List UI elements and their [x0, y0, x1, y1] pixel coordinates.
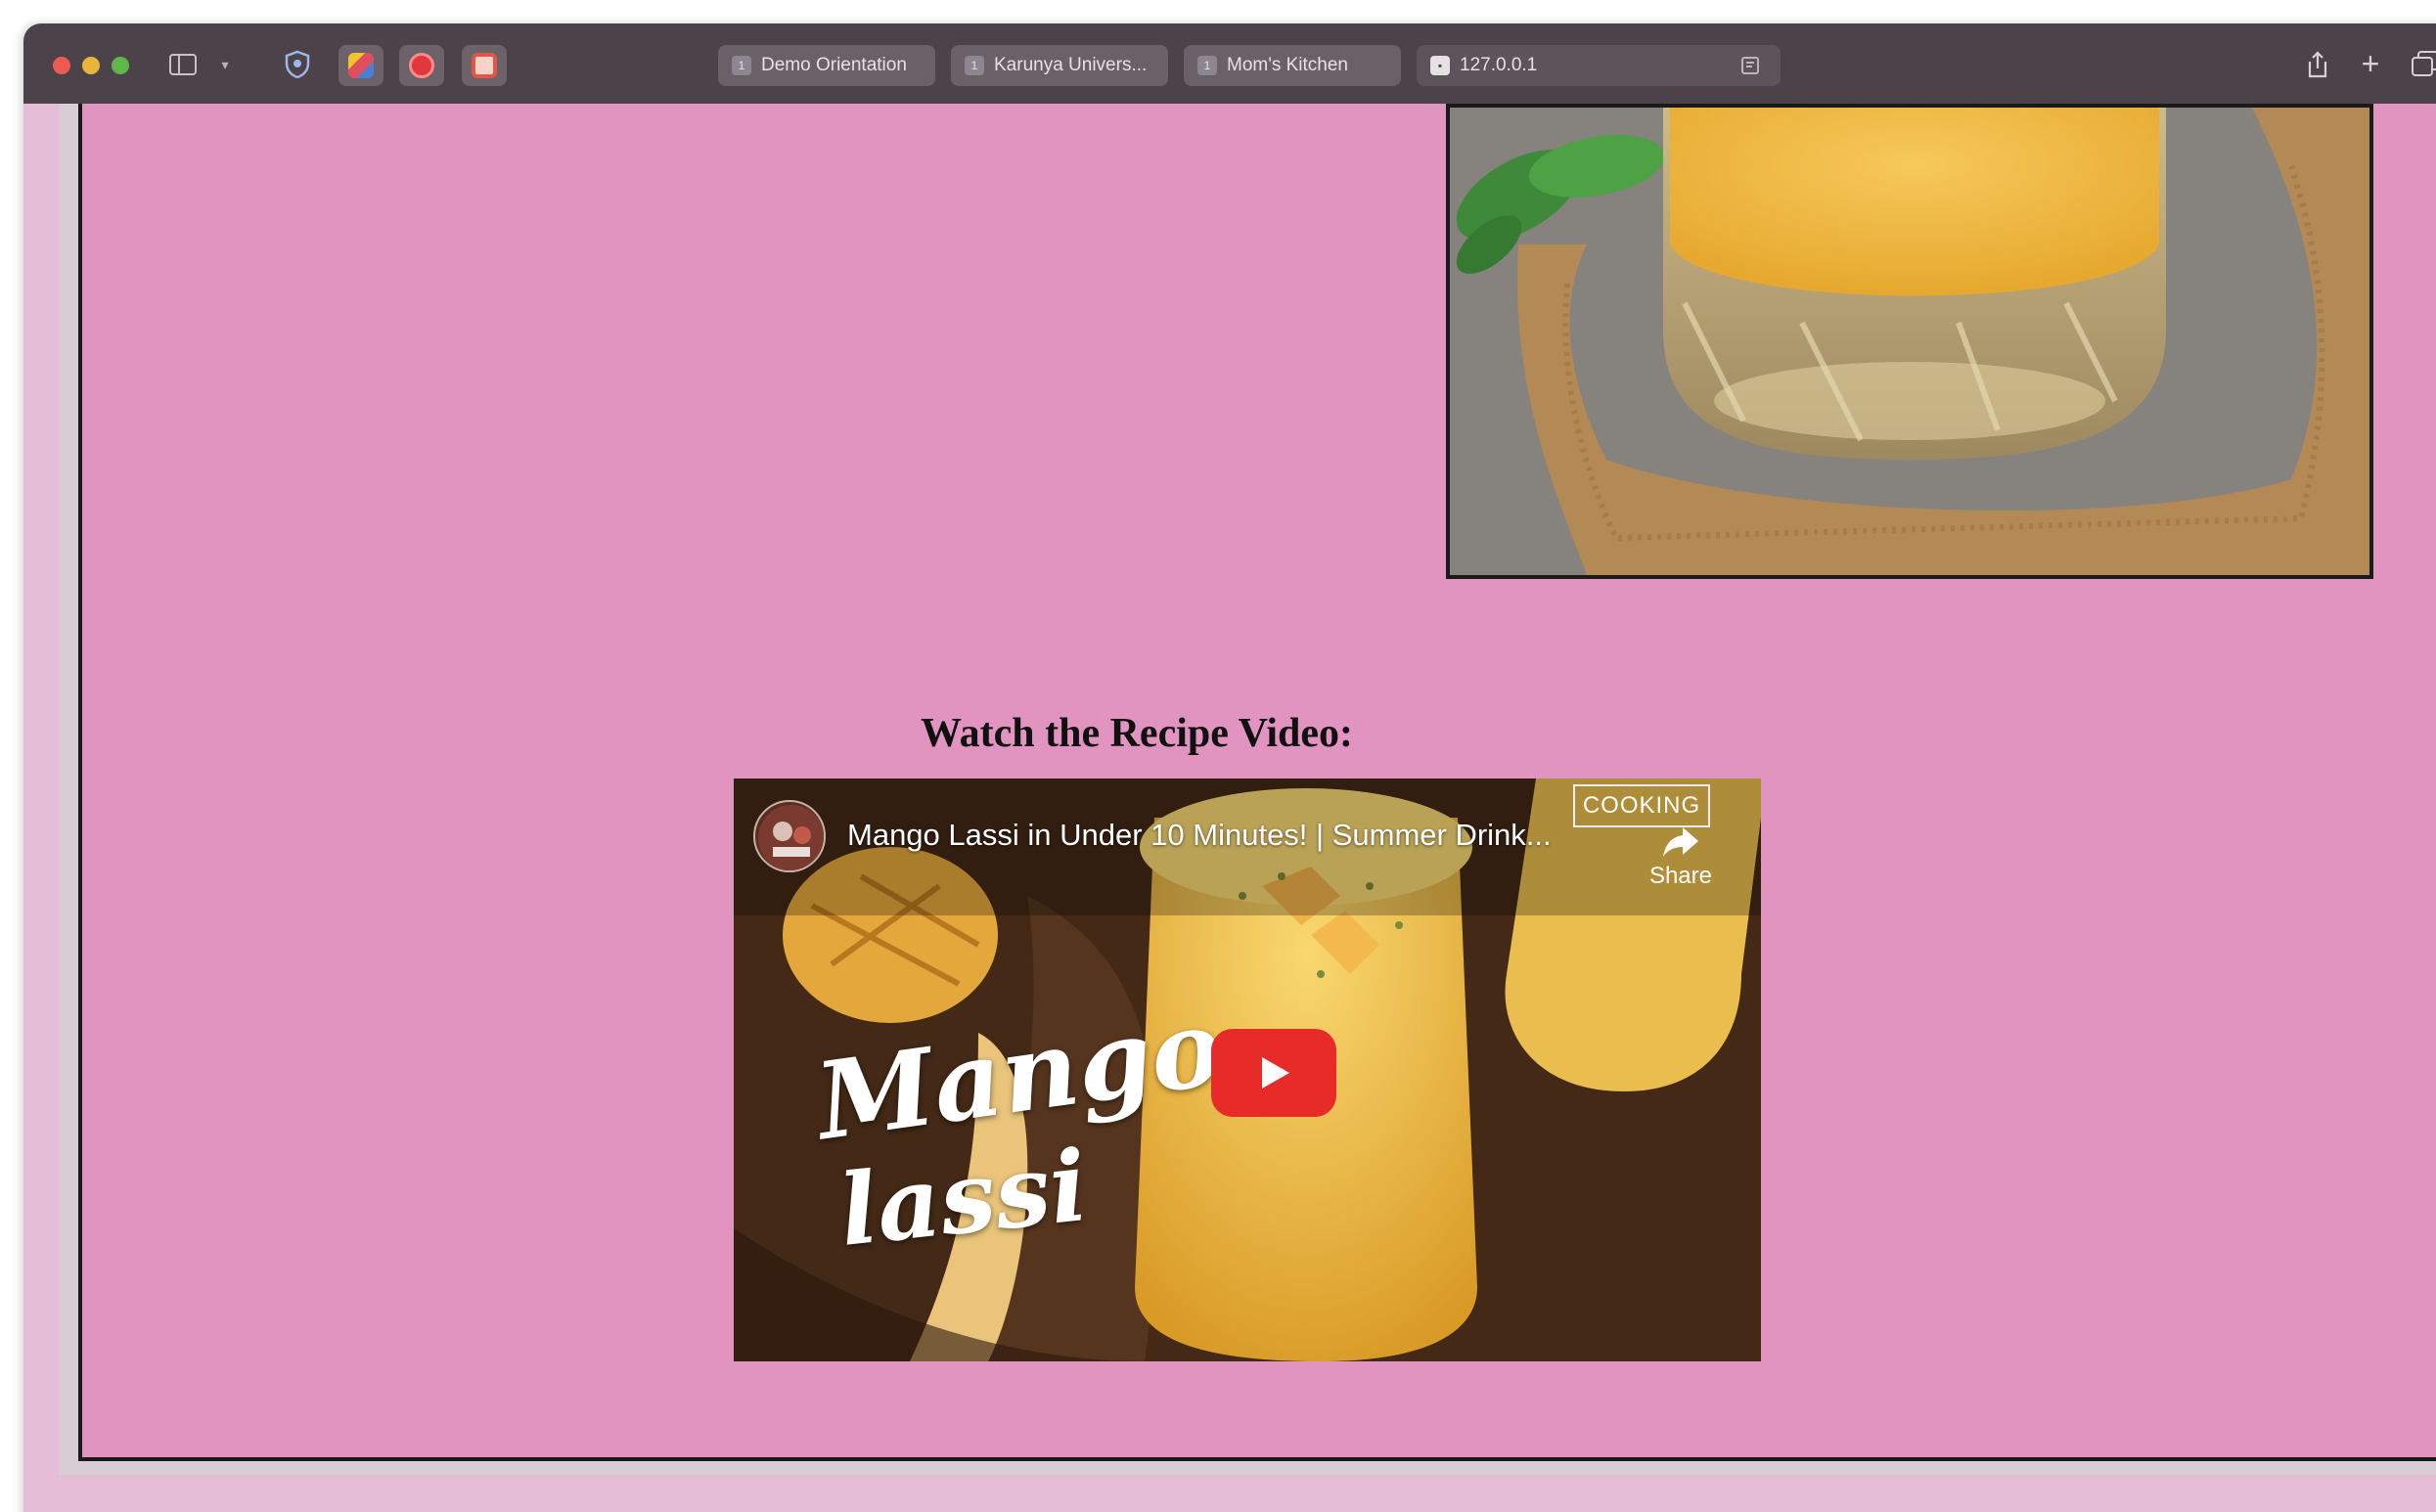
recipe-video-player[interactable]: Mango Lassi in Under 10 Minutes! | Summe…	[734, 778, 1761, 1361]
maximize-window-button[interactable]	[112, 57, 129, 74]
chevron-down-icon[interactable]: ▾	[215, 53, 235, 76]
video-share-button[interactable]	[1640, 806, 1718, 913]
minimize-window-button[interactable]	[82, 57, 100, 74]
tab-favicon: ▪	[1430, 56, 1450, 75]
tabs-icon[interactable]	[2411, 49, 2436, 78]
reader-icon[interactable]	[1739, 55, 1761, 76]
tab-favicon: 1	[732, 56, 751, 75]
tab-moms-kitchen[interactable]: 1 Mom's Kitchen	[1184, 45, 1401, 86]
play-button[interactable]	[1211, 1029, 1336, 1117]
sidebar-icon[interactable]	[166, 51, 200, 78]
tab-demo-orientation[interactable]: 1 Demo Orientation	[718, 45, 935, 86]
extension-icon[interactable]	[462, 45, 507, 86]
channel-avatar[interactable]	[753, 800, 826, 872]
browser-window: ▾ 1 Demo Orientation 1 Karunya Univers..…	[23, 23, 2436, 1512]
tab-favicon: 1	[1197, 56, 1217, 75]
record-icon[interactable]	[399, 45, 444, 86]
page-edge	[59, 104, 78, 1473]
share-label: Share	[1648, 863, 1712, 889]
video-title[interactable]: Mango Lassi in Under 10 Minutes! | Summe…	[847, 818, 1552, 853]
video-heading: Watch the Recipe Video:	[920, 711, 1354, 756]
tab-karunya[interactable]: 1 Karunya Univers...	[951, 45, 1168, 86]
browser-toolbar: ▾ 1 Demo Orientation 1 Karunya Univers..…	[23, 23, 2436, 104]
tab-label: Mom's Kitchen	[1227, 55, 1349, 75]
plus-icon[interactable]: +	[2356, 46, 2385, 81]
shield-icon[interactable]	[280, 49, 315, 80]
play-icon	[1262, 1057, 1289, 1089]
tab-favicon: 1	[965, 56, 984, 75]
extension-icon[interactable]	[338, 45, 383, 86]
address-label: 127.0.0.1	[1460, 55, 1538, 75]
tab-label: Demo Orientation	[761, 55, 907, 75]
share-icon[interactable]	[2303, 49, 2332, 80]
close-window-button[interactable]	[53, 57, 70, 74]
tab-active-address[interactable]: ▪ 127.0.0.1	[1417, 45, 1781, 86]
page-edge	[59, 1461, 2436, 1475]
mango-lassi-photo	[1446, 104, 2373, 579]
tab-label: Karunya Univers...	[994, 55, 1148, 75]
